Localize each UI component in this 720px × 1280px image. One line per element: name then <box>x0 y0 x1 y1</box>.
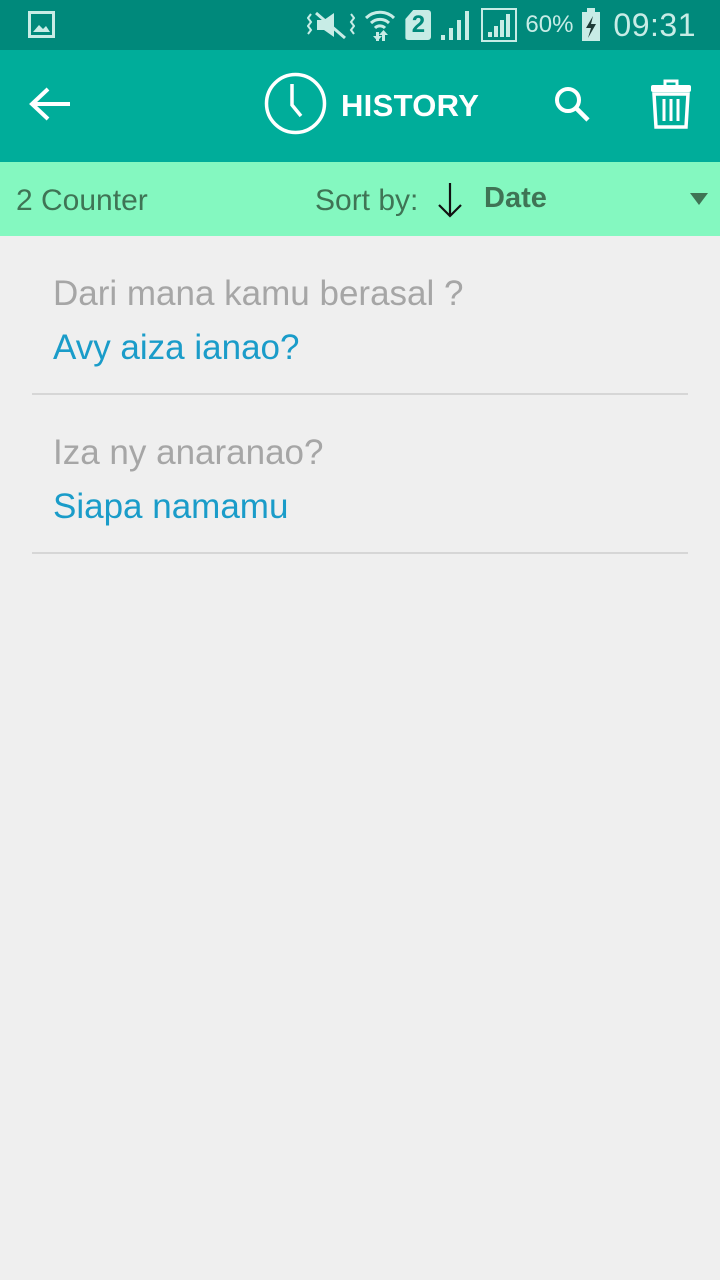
wifi-data-icon <box>363 8 397 42</box>
history-item[interactable]: Dari mana kamu berasal ? Avy aiza ianao? <box>32 236 688 395</box>
history-counter: 2 Counter <box>16 184 148 217</box>
sort-direction-toggle[interactable] <box>436 182 464 218</box>
battery-charging-icon <box>581 8 601 42</box>
gallery-notification-icon <box>28 11 55 38</box>
page-title: HISTORY <box>341 88 480 123</box>
page-title-group: HISTORY <box>264 72 480 140</box>
back-button[interactable] <box>24 80 76 132</box>
history-source-text: Dari mana kamu berasal ? <box>53 274 464 313</box>
signal-icon <box>439 9 473 41</box>
sort-label: Sort by: <box>315 184 419 217</box>
history-translation-text: Avy aiza ianao? <box>53 328 300 367</box>
history-translation-text: Siapa namamu <box>53 487 289 526</box>
sort-by-dropdown[interactable]: Date <box>484 178 720 222</box>
sort-bar: 2 Counter Sort by: Date <box>0 162 720 236</box>
history-source-text: Iza ny anaranao? <box>53 433 324 472</box>
status-bar: 2 60% 09:31 <box>0 0 720 50</box>
search-icon <box>553 85 591 128</box>
arrow-left-icon <box>28 86 72 127</box>
caret-down-icon <box>690 193 708 205</box>
sort-by-value: Date <box>484 182 547 214</box>
history-item[interactable]: Iza ny anaranao? Siapa namamu <box>32 395 688 554</box>
battery-percent: 60% <box>525 11 574 38</box>
clock-time: 09:31 <box>613 6 696 43</box>
history-list: Dari mana kamu berasal ? Avy aiza ianao?… <box>32 236 688 554</box>
app-bar: HISTORY <box>0 50 720 162</box>
clock-icon <box>264 72 327 140</box>
sim-2-icon: 2 <box>405 10 432 40</box>
mute-vibrate-icon <box>307 10 356 40</box>
arrow-down-icon <box>436 183 464 222</box>
trash-icon <box>650 79 692 134</box>
delete-history-button[interactable] <box>644 78 698 134</box>
signal-sim-icon <box>481 8 518 42</box>
search-button[interactable] <box>546 80 598 132</box>
